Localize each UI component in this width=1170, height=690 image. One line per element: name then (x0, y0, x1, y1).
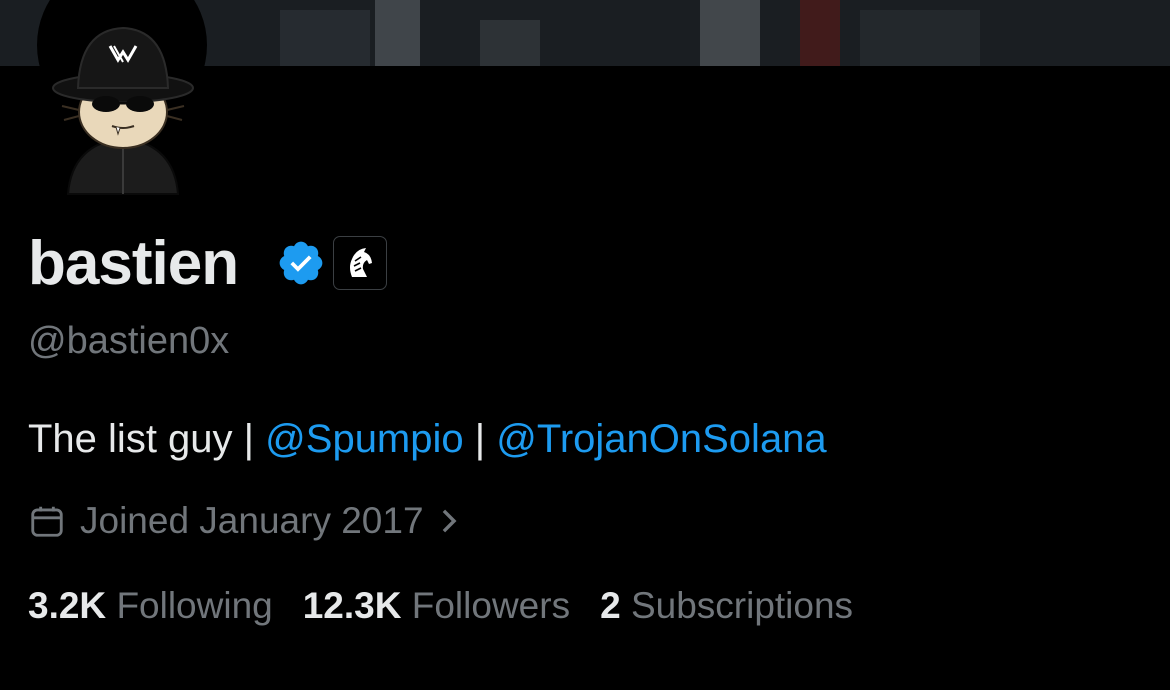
bio: The list guy | @Spumpio | @TrojanOnSolan… (28, 414, 827, 464)
display-name: bastien (28, 229, 239, 298)
subscriptions-count: 2 (600, 585, 621, 626)
subscriptions-stat[interactable]: 2 Subscriptions (600, 583, 853, 629)
horse-logo-icon (350, 248, 372, 277)
following-label: Following (116, 585, 273, 626)
profile-stats: 3.2K Following 12.3K Followers 2 Subscri… (28, 583, 883, 629)
verified-badge-icon[interactable] (276, 238, 326, 288)
bio-separator: | (463, 417, 497, 461)
joined-date[interactable]: Joined January 2017 (28, 498, 474, 544)
followers-stat[interactable]: 12.3K Followers (303, 583, 570, 629)
subscriptions-label: Subscriptions (630, 585, 854, 626)
followers-label: Followers (411, 585, 571, 626)
affiliate-badge[interactable] (333, 236, 387, 290)
following-stat[interactable]: 3.2K Following (28, 583, 273, 629)
handle: @bastien0x (28, 320, 230, 362)
following-count: 3.2K (28, 585, 107, 626)
followers-count: 12.3K (302, 585, 402, 626)
avatar[interactable] (48, 16, 198, 196)
chevron-right-icon (442, 509, 457, 533)
bio-link-spumpio[interactable]: @Spumpio (265, 417, 463, 461)
bio-text: The list guy | (28, 417, 266, 461)
calendar-icon (31, 506, 63, 537)
joined-label: Joined January 2017 (80, 500, 424, 541)
bio-link-trojanonsolana[interactable]: @TrojanOnSolana (496, 417, 826, 461)
